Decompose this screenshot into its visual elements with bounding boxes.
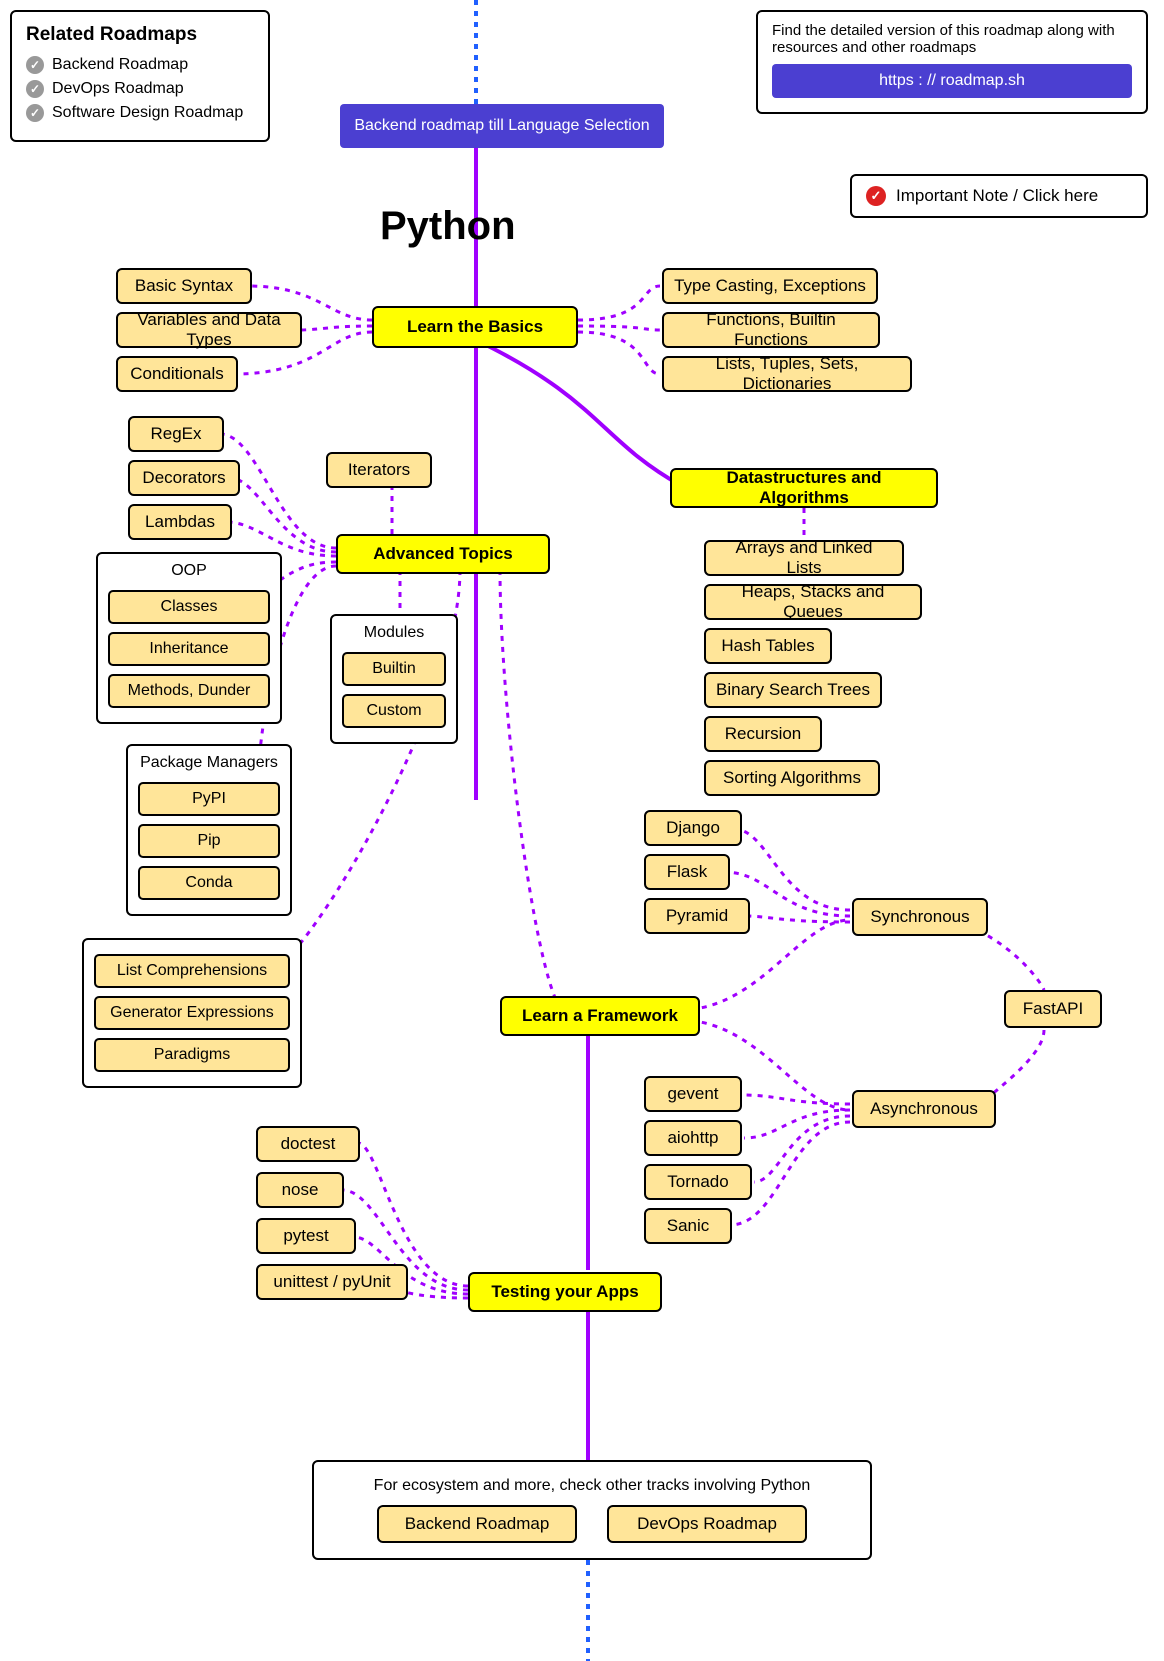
topic-listcomp[interactable]: List Comprehensions [94,954,290,988]
topic-conda[interactable]: Conda [138,866,280,900]
topic-decorators[interactable]: Decorators [128,460,240,496]
topic-iterators[interactable]: Iterators [326,452,432,488]
topic-flask[interactable]: Flask [644,854,730,890]
topic-pytest[interactable]: pytest [256,1218,356,1254]
check-icon: ✓ [26,80,44,98]
topic-custom[interactable]: Custom [342,694,446,728]
topic-pypi[interactable]: PyPI [138,782,280,816]
topic-variables[interactable]: Variables and Data Types [116,312,302,348]
topic-functions[interactable]: Functions, Builtin Functions [662,312,880,348]
modules-group: Modules Builtin Custom [330,614,458,744]
topic-tornado[interactable]: Tornado [644,1164,752,1200]
backend-roadmap-label: Backend roadmap till Language Selection [354,117,649,135]
testing-node[interactable]: Testing your Apps [468,1272,662,1312]
related-label: Backend Roadmap [52,56,188,74]
footer-text: For ecosystem and more, check other trac… [374,1477,811,1495]
topic-arrays[interactable]: Arrays and Linked Lists [704,540,904,576]
footer-backend-link[interactable]: Backend Roadmap [377,1505,577,1543]
extras-group: List Comprehensions Generator Expression… [82,938,302,1088]
topic-pip[interactable]: Pip [138,824,280,858]
roadmap-link-button[interactable]: https : // roadmap.sh [772,64,1132,98]
check-icon: ✓ [866,186,886,206]
framework-node[interactable]: Learn a Framework [500,996,700,1036]
modules-title: Modules [342,624,446,642]
topic-nose[interactable]: nose [256,1172,344,1208]
dsa-node[interactable]: Datastructures and Algorithms [670,468,938,508]
learn-basics-node[interactable]: Learn the Basics [372,306,578,348]
topic-doctest[interactable]: doctest [256,1126,360,1162]
topic-heaps[interactable]: Heaps, Stacks and Queues [704,584,922,620]
related-item[interactable]: ✓ Backend Roadmap [26,56,254,74]
topic-classes[interactable]: Classes [108,590,270,624]
related-label: DevOps Roadmap [52,80,184,98]
roadmap-link-label: https : // roadmap.sh [879,72,1025,90]
check-icon: ✓ [26,56,44,74]
important-note-label: Important Note / Click here [896,186,1098,206]
topic-gevent[interactable]: gevent [644,1076,742,1112]
topic-bst[interactable]: Binary Search Trees [704,672,882,708]
advanced-node[interactable]: Advanced Topics [336,534,550,574]
topic-typecasting[interactable]: Type Casting, Exceptions [662,268,878,304]
check-icon: ✓ [26,104,44,122]
topic-inheritance[interactable]: Inheritance [108,632,270,666]
related-title: Related Roadmaps [26,24,254,46]
related-label: Software Design Roadmap [52,104,243,122]
topic-lambdas[interactable]: Lambdas [128,504,232,540]
related-item[interactable]: ✓ DevOps Roadmap [26,80,254,98]
backend-roadmap-link[interactable]: Backend roadmap till Language Selection [340,104,664,148]
topic-sanic[interactable]: Sanic [644,1208,732,1244]
footer-devops-link[interactable]: DevOps Roadmap [607,1505,807,1543]
topic-pyramid[interactable]: Pyramid [644,898,750,934]
topic-genexpr[interactable]: Generator Expressions [94,996,290,1030]
topic-conditionals[interactable]: Conditionals [116,356,238,392]
learn-basics-label: Learn the Basics [407,317,543,337]
topic-django[interactable]: Django [644,810,742,846]
related-roadmaps-box: Related Roadmaps ✓ Backend Roadmap ✓ Dev… [10,10,270,142]
topic-regex[interactable]: RegEx [128,416,224,452]
topic-builtin[interactable]: Builtin [342,652,446,686]
topic-synchronous[interactable]: Synchronous [852,898,988,936]
topic-aiohttp[interactable]: aiohttp [644,1120,742,1156]
topic-unittest[interactable]: unittest / pyUnit [256,1264,408,1300]
footer-box: For ecosystem and more, check other trac… [312,1460,872,1560]
important-note-box[interactable]: ✓ Important Note / Click here [850,174,1148,218]
topic-sorting[interactable]: Sorting Algorithms [704,760,880,796]
topic-recursion[interactable]: Recursion [704,716,822,752]
topic-hashtables[interactable]: Hash Tables [704,628,832,664]
pkgmgr-group: Package Managers PyPI Pip Conda [126,744,292,916]
info-text: Find the detailed version of this roadma… [772,22,1132,56]
topic-asynchronous[interactable]: Asynchronous [852,1090,996,1128]
oop-group: OOP Classes Inheritance Methods, Dunder [96,552,282,724]
related-item[interactable]: ✓ Software Design Roadmap [26,104,254,122]
topic-basic-syntax[interactable]: Basic Syntax [116,268,252,304]
topic-fastapi[interactable]: FastAPI [1004,990,1102,1028]
topic-collections[interactable]: Lists, Tuples, Sets, Dictionaries [662,356,912,392]
pkgmgr-title: Package Managers [138,754,280,772]
info-box: Find the detailed version of this roadma… [756,10,1148,114]
topic-methods[interactable]: Methods, Dunder [108,674,270,708]
topic-paradigms[interactable]: Paradigms [94,1038,290,1072]
page-title: Python [380,204,516,249]
oop-title: OOP [108,562,270,580]
